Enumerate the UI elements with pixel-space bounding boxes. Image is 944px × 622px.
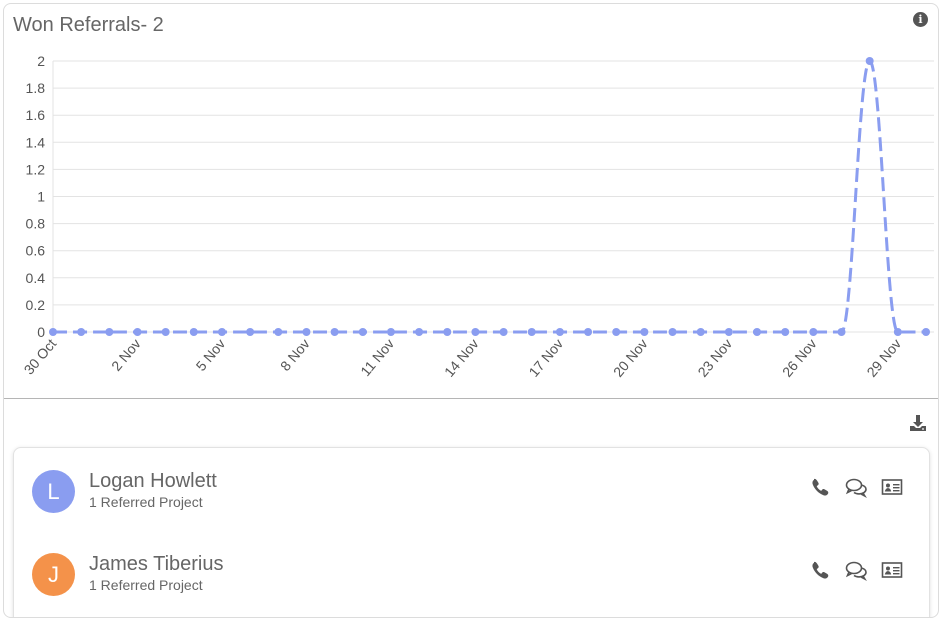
data-point (189, 328, 198, 336)
y-tick-label: 1.4 (26, 134, 46, 150)
x-tick-label: 23 Nov (694, 336, 735, 380)
data-point (49, 328, 57, 336)
data-point (781, 328, 790, 336)
data-point (837, 328, 846, 336)
referrer-name: James Tiberius (89, 553, 224, 575)
y-tick-label: 0.8 (26, 216, 46, 232)
data-point (584, 328, 593, 336)
x-tick-label: 5 Nov (192, 336, 228, 374)
y-tick-label: 0.2 (26, 297, 46, 313)
data-point (499, 328, 508, 336)
data-point (302, 328, 311, 336)
x-tick-label: 14 Nov (441, 336, 482, 380)
y-tick-label: 0.6 (26, 243, 46, 259)
data-point (527, 328, 536, 336)
x-tick-label: 2 Nov (108, 336, 144, 374)
data-point (443, 328, 452, 336)
x-tick-label: 20 Nov (610, 336, 651, 380)
chat-icon[interactable] (845, 559, 867, 581)
y-tick-label: 1 (37, 189, 45, 205)
contact-card-icon[interactable] (881, 559, 903, 581)
data-point (77, 328, 86, 336)
contact-card-icon[interactable] (881, 476, 903, 498)
data-point (246, 328, 255, 336)
phone-icon[interactable] (809, 559, 831, 581)
data-point (865, 57, 874, 65)
avatar: J (32, 553, 75, 596)
data-point (274, 328, 283, 336)
y-tick-label: 2 (37, 53, 45, 69)
referrer-name: Logan Howlett (89, 470, 217, 492)
data-point (386, 328, 395, 336)
y-tick-label: 0 (37, 324, 45, 340)
data-point (640, 328, 649, 336)
download-icon[interactable] (908, 413, 928, 433)
data-point (612, 328, 621, 336)
x-tick-label: 30 Oct (21, 336, 60, 378)
avatar: L (32, 470, 75, 513)
list-item[interactable]: J James Tiberius 1 Referred Project (14, 551, 929, 611)
x-tick-label: 26 Nov (779, 336, 820, 380)
data-point (555, 328, 564, 336)
data-point (471, 328, 480, 336)
data-point (161, 328, 170, 336)
data-point (105, 328, 114, 336)
data-point (696, 328, 705, 336)
data-point (133, 328, 142, 336)
x-tick-label: 11 Nov (357, 336, 397, 379)
data-point (893, 328, 902, 336)
data-point (668, 328, 677, 336)
data-point (753, 328, 762, 336)
won-referrals-chart: 0 0.2 0.4 0.6 0.8 1 1.2 1.4 1.6 1.8 2 30 Oct 2 Nov 5 … (21, 53, 934, 380)
y-tick-label: 1.6 (26, 107, 46, 123)
divider (4, 398, 938, 399)
y-tick-label: 1.2 (26, 161, 46, 177)
won-referrals-card: Won Referrals- 2 i 0 0.2 0.4 0.6 0.8 1 1.2 1.4 1… (3, 3, 939, 618)
referred-count: 1 Referred Project (89, 577, 203, 593)
x-tick-label: 8 Nov (277, 336, 313, 374)
x-tick-label: 17 Nov (525, 336, 566, 380)
referrer-list: L Logan Howlett 1 Referred Project J Jam… (13, 447, 930, 617)
list-item[interactable]: L Logan Howlett 1 Referred Project (14, 468, 929, 528)
x-tick-label: 29 Nov (863, 336, 904, 380)
data-point (217, 328, 226, 336)
data-point (330, 328, 339, 336)
data-point (809, 328, 818, 336)
y-tick-label: 1.8 (26, 80, 46, 96)
chat-icon[interactable] (845, 476, 867, 498)
referred-count: 1 Referred Project (89, 494, 203, 510)
y-tick-label: 0.4 (26, 270, 46, 286)
data-point (358, 328, 367, 336)
phone-icon[interactable] (809, 476, 831, 498)
data-point (724, 328, 733, 336)
data-point (922, 328, 930, 336)
data-point (415, 328, 424, 336)
